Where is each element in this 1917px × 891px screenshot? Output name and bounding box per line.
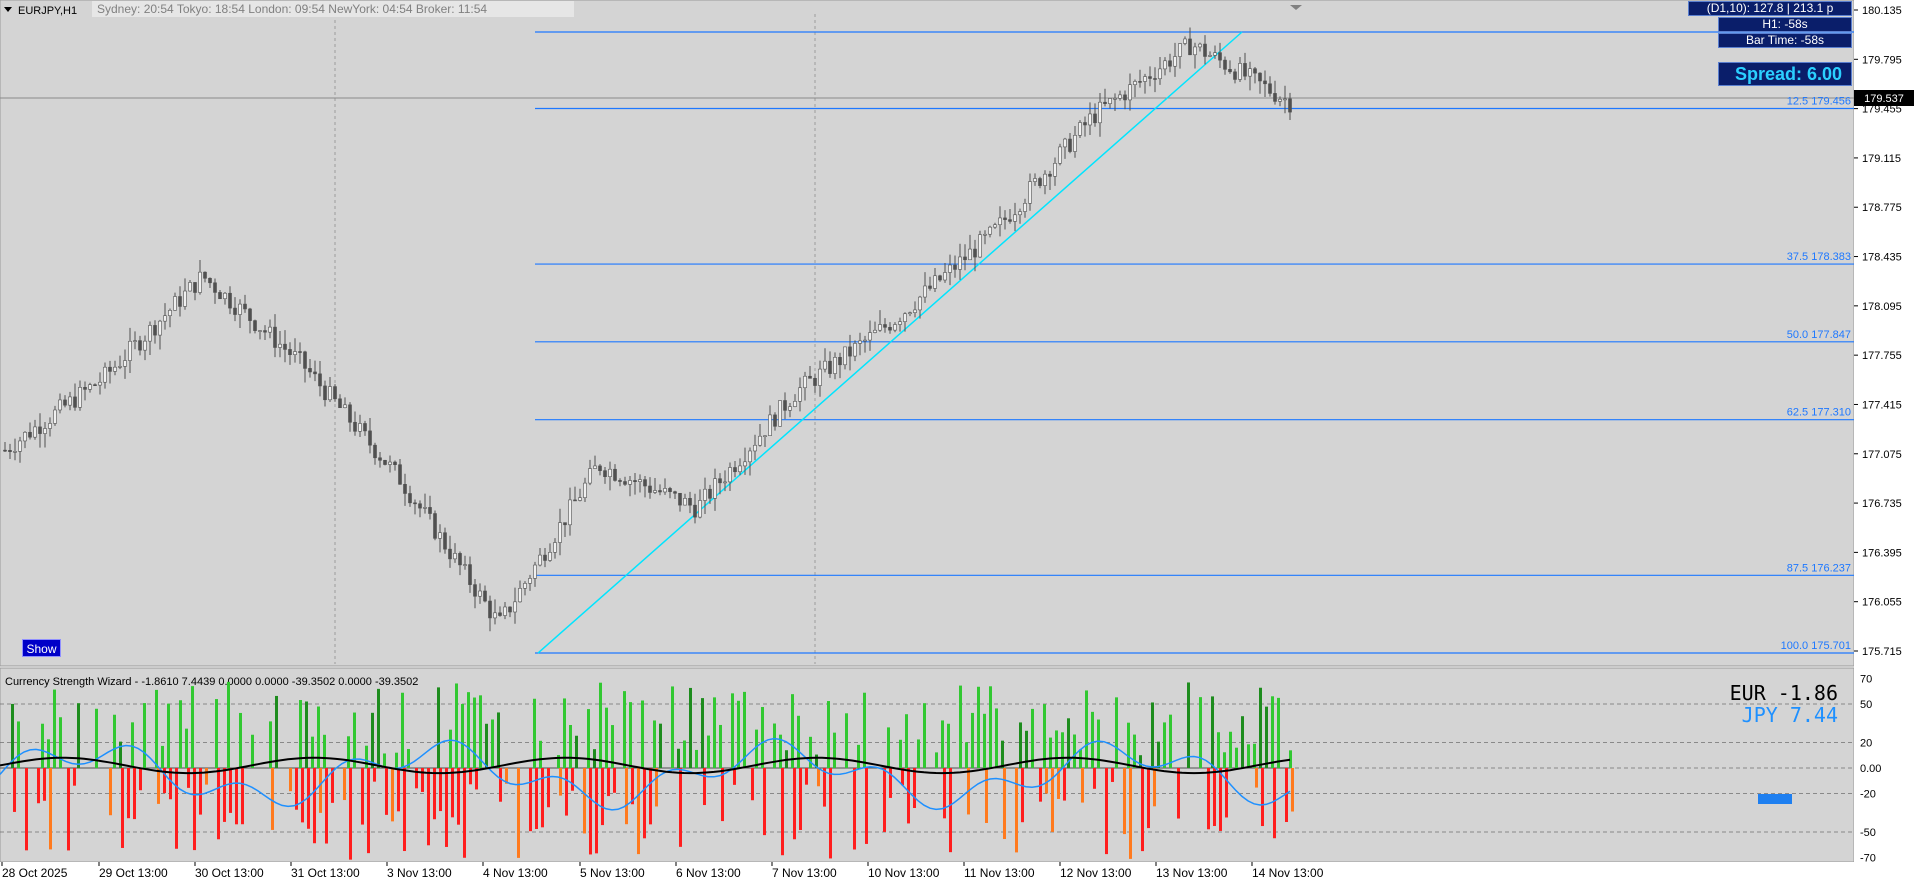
jpy-strength-label: JPY 7.44 — [1742, 703, 1838, 727]
time-axis-label: 14 Nov 13:00 — [1252, 866, 1324, 880]
price-axis-label: 177.755 — [1862, 350, 1902, 362]
fib-level-label: 87.5 176.237 — [1787, 562, 1851, 574]
time-axis-label: 4 Nov 13:00 — [483, 866, 548, 880]
time-axis-label: 12 Nov 13:00 — [1060, 866, 1132, 880]
price-axis-label: 178.435 — [1862, 252, 1902, 264]
chart-canvas[interactable]: 12.5 179.456 37.5 178.383 50.0 177.847 62.5… — [0, 0, 1917, 886]
indicator-axis-label: 20 — [1860, 737, 1872, 749]
time-axis-label: 29 Oct 13:00 — [99, 866, 168, 880]
price-axis-label: 180.135 — [1862, 5, 1902, 17]
indicator-axis-label: 50 — [1860, 699, 1872, 711]
eur-strength-label: EUR -1.86 — [1730, 681, 1838, 705]
fib-level-label: 50.0 177.847 — [1787, 329, 1851, 341]
bar-time-box: Bar Time: -58s — [1718, 33, 1852, 48]
price-axis-label: 179.115 — [1862, 153, 1901, 165]
time-axis-label: 31 Oct 13:00 — [291, 866, 360, 880]
price-axis-label: 175.715 — [1862, 646, 1902, 658]
price-axis-bg — [1854, 0, 1917, 866]
session-clock-text: Sydney: 20:54 Tokyo: 18:54 London: 09:54… — [97, 2, 487, 16]
fib-level-label: 37.5 178.383 — [1787, 251, 1851, 263]
time-axis-label: 30 Oct 13:00 — [195, 866, 264, 880]
time-axis-label: 3 Nov 13:00 — [387, 866, 452, 880]
strength-marker — [1758, 794, 1792, 804]
indicator-axis-label: -50 — [1860, 827, 1876, 839]
indicator-axis-label: 70 — [1860, 673, 1872, 685]
indicator-title: Currency Strength Wizard - -1.8610 7.443… — [5, 676, 418, 688]
fib-level-label: 12.5 179.456 — [1787, 95, 1851, 107]
indicator-axis-label: 0.00 — [1860, 763, 1881, 775]
price-pane[interactable] — [0, 0, 1855, 667]
time-axis-label: 7 Nov 13:00 — [772, 866, 837, 880]
spread-box: Spread: 6.00 — [1718, 62, 1852, 86]
fib-level-label: 100.0 175.701 — [1781, 640, 1851, 652]
time-axis-label: 11 Nov 13:00 — [964, 866, 1035, 880]
current-price-value: 179.537 — [1864, 93, 1904, 105]
price-axis-label: 177.415 — [1862, 399, 1902, 411]
trading-chart-window: 12.5 179.456 37.5 178.383 50.0 177.847 62.5… — [0, 0, 1917, 886]
price-axis-label: 177.075 — [1862, 449, 1902, 461]
price-axis-label: 178.095 — [1862, 301, 1902, 313]
price-axis-label: 176.055 — [1862, 597, 1902, 609]
time-axis-label: 5 Nov 13:00 — [580, 866, 645, 880]
price-axis-label: 176.395 — [1862, 547, 1902, 559]
price-axis-label: 178.775 — [1862, 202, 1902, 214]
time-axis-label: 28 Oct 2025 — [2, 866, 68, 880]
symbol-label: EURJPY,H1 — [18, 5, 77, 17]
price-axis-label: 176.735 — [1862, 498, 1902, 510]
h1-timer-box: H1: -58s — [1718, 17, 1852, 32]
price-axis-label: 179.795 — [1862, 54, 1902, 66]
time-axis-label: 10 Nov 13:00 — [868, 866, 940, 880]
time-axis-bg — [0, 862, 1917, 886]
indicator-pane[interactable] — [0, 667, 1855, 863]
time-axis-label: 13 Nov 13:00 — [1156, 866, 1228, 880]
time-axis-label: 6 Nov 13:00 — [676, 866, 741, 880]
indicator-axis-label: -20 — [1860, 789, 1876, 801]
show-button[interactable]: Show — [22, 639, 61, 657]
adr-info-box: (D1,10): 127.8 | 213.1 p — [1688, 1, 1852, 16]
fib-level-label: 62.5 177.310 — [1787, 407, 1851, 419]
